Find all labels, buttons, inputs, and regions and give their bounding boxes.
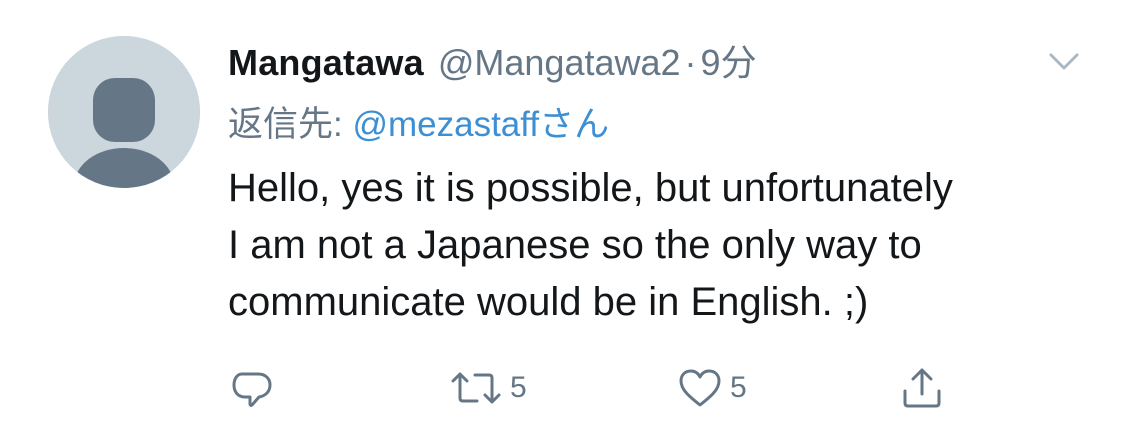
reply-context: 返信先: @mezastaffさん [228, 96, 609, 147]
like-count: 5 [730, 371, 747, 404]
default-avatar-icon [48, 36, 200, 188]
reply-icon [232, 372, 272, 407]
heart-icon [679, 369, 721, 407]
avatar[interactable] [48, 36, 200, 188]
more-options-button[interactable] [1044, 46, 1084, 76]
tweet-text: Hello, yes it is possible, but unfortuna… [228, 160, 1088, 331]
retweet-button[interactable]: 5 [448, 360, 527, 416]
timestamp[interactable]: 9分 [701, 34, 757, 86]
tweet-text-line: Hello, yes it is possible, but unfortuna… [228, 166, 953, 210]
share-icon [903, 368, 941, 408]
separator-dot: · [684, 42, 697, 83]
chevron-down-icon [1049, 53, 1079, 70]
share-button[interactable] [898, 360, 952, 416]
tweet-text-line: communicate would be in English. ;) [228, 280, 869, 324]
like-button[interactable]: 5 [676, 360, 747, 416]
display-name[interactable]: Mangatawa [228, 42, 424, 84]
retweet-count: 5 [510, 371, 527, 404]
user-handle[interactable]: @Mangatawa2 [438, 42, 681, 84]
reply-suffix: さん [539, 105, 610, 144]
tweet-header: Mangatawa @Mangatawa2 · 9分 [228, 34, 757, 83]
tweet[interactable]: Mangatawa @Mangatawa2 · 9分 返信先: @mezasta… [0, 0, 1124, 440]
tweet-actions: 5 5 [228, 360, 988, 416]
tweet-text-line: I am not a Japanese so the only way to [228, 223, 922, 267]
reply-button[interactable] [228, 360, 282, 416]
reply-label: 返信先: [228, 105, 353, 144]
reply-to-user-link[interactable]: @mezastaff [352, 105, 539, 144]
retweet-icon [451, 372, 501, 404]
